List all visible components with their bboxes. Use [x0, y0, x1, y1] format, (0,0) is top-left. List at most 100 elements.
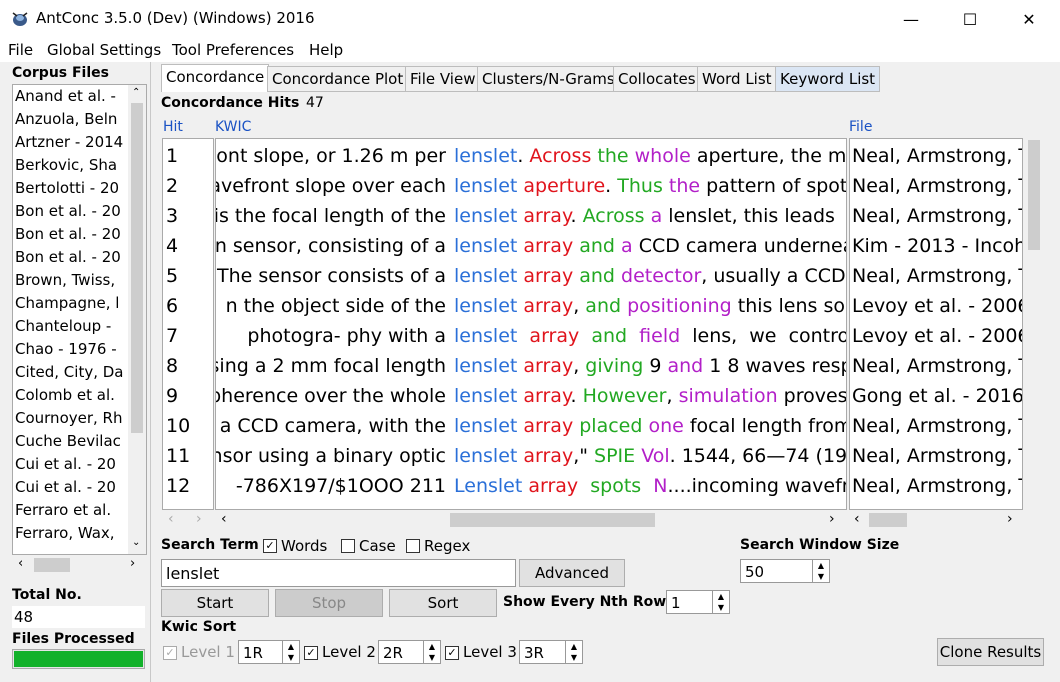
scroll-right-icon[interactable]: › [130, 556, 135, 571]
menu-file[interactable]: File [8, 41, 33, 59]
results-vscroll-thumb[interactable] [1028, 140, 1040, 250]
scroll-left-icon[interactable]: ‹ [221, 511, 227, 527]
kwic-keyword[interactable]: lenslet [454, 445, 517, 467]
advanced-button[interactable]: Advanced [519, 559, 625, 587]
corpus-file-item[interactable]: Bon et al. - 20 [15, 248, 121, 266]
file-column-header[interactable]: File [849, 119, 872, 135]
tab-file-view[interactable]: File View [405, 66, 481, 92]
level3-checkbox[interactable]: ✓ [445, 646, 459, 660]
clone-results-button[interactable]: Clone Results [937, 638, 1044, 666]
level1-spinner[interactable]: 1R ▲ ▼ [238, 640, 300, 664]
kwic-row[interactable]: lenslet array, and positioning this lens… [454, 291, 845, 321]
corpus-file-item[interactable]: Champagne, l [15, 294, 119, 312]
search-window-size-spinner[interactable]: 50 ▲ ▼ [740, 559, 830, 583]
file-name[interactable]: Neal, Armstrong, T [852, 351, 1022, 381]
file-name[interactable]: Gong et al. - 2016 [852, 381, 1022, 411]
menu-tool-preferences[interactable]: Tool Preferences [172, 41, 294, 59]
spinner-arrows-icon[interactable]: ▲ ▼ [282, 641, 299, 663]
spinner-arrows-icon[interactable]: ▲ ▼ [812, 560, 829, 582]
scroll-right-icon[interactable]: › [829, 511, 835, 527]
kwic-keyword[interactable]: lenslet [454, 235, 517, 257]
corpus-file-item[interactable]: Anzuola, Beln [15, 110, 117, 128]
hit-hscroll[interactable]: ‹ › [162, 511, 212, 529]
corpus-file-item[interactable]: Artzner - 2014 [15, 133, 123, 151]
case-checkbox[interactable] [341, 539, 355, 553]
file-list-hscroll-thumb[interactable] [34, 558, 70, 572]
kwic-keyword[interactable]: lenslet [454, 415, 517, 437]
nth-row-spinner[interactable]: 1 ▲ ▼ [666, 590, 730, 614]
kwic-row[interactable]: lenslet array and a CCD camera underneat [454, 231, 846, 261]
corpus-file-item[interactable]: Bon et al. - 20 [15, 202, 121, 220]
level3-spinner[interactable]: 3R ▲ ▼ [519, 640, 583, 664]
file-hscroll-thumb[interactable] [869, 513, 907, 527]
kwic-column-header[interactable]: KWIC [215, 119, 251, 135]
scroll-right-icon[interactable]: › [196, 511, 202, 527]
kwic-keyword[interactable]: lenslet [454, 175, 517, 197]
corpus-file-item[interactable]: Cui et al. - 20 [15, 455, 116, 473]
kwic-hscroll[interactable]: ‹ › [215, 511, 845, 529]
corpus-file-item[interactable]: Brown, Twiss, [15, 271, 115, 289]
file-name[interactable]: Levoy et al. - 2006 [852, 291, 1022, 321]
file-list-scroll-thumb[interactable] [131, 103, 143, 433]
tab-concordance[interactable]: Concordance [161, 64, 270, 92]
kwic-keyword[interactable]: lenslet [454, 265, 517, 287]
file-name[interactable]: Neal, Armstrong, T [852, 201, 1022, 231]
corpus-file-item[interactable]: Cui et al. - 20 [15, 478, 116, 496]
menu-help[interactable]: Help [309, 41, 343, 59]
scroll-left-icon[interactable]: ‹ [168, 511, 174, 527]
maximize-button[interactable]: ☐ [947, 0, 993, 38]
spinner-arrows-icon[interactable]: ▲ ▼ [712, 591, 729, 613]
scroll-up-icon[interactable]: ⌃ [132, 87, 140, 98]
kwic-keyword[interactable]: Lenslet [454, 475, 522, 497]
file-name-column[interactable]: Neal, Armstrong, T Neal, Armstrong, T Neal… [849, 138, 1023, 510]
file-name[interactable]: Kim - 2013 - Incoh [852, 231, 1022, 261]
corpus-file-item[interactable]: Colomb et al. [15, 386, 115, 404]
scroll-left-icon[interactable]: ‹ [18, 556, 23, 571]
kwic-row[interactable]: lenslet aperture. Thus the pattern of sp… [454, 171, 846, 201]
file-name[interactable]: Levoy et al. - 2006 [852, 321, 1022, 351]
kwic-row[interactable]: lenslet array. Across a lenslet, this le… [454, 201, 835, 231]
corpus-file-item[interactable]: Chao - 1976 - [15, 340, 117, 358]
kwic-row[interactable]: lenslet array and detector, usually a CC… [454, 261, 846, 291]
regex-checkbox[interactable] [406, 539, 420, 553]
kwic-keyword[interactable]: lenslet [454, 295, 517, 317]
tab-clusters-ngrams[interactable]: Clusters/N-Grams [477, 66, 620, 92]
tab-collocates[interactable]: Collocates [613, 66, 701, 92]
tab-concordance-plot[interactable]: Concordance Plot [267, 66, 409, 92]
kwic-row[interactable]: lenslet array. However, simulation prove… [454, 381, 846, 411]
corpus-file-item[interactable]: Cournoyer, Rh [15, 409, 122, 427]
close-button[interactable]: ✕ [1006, 0, 1052, 38]
kwic-keyword[interactable]: lenslet [454, 325, 517, 347]
start-button[interactable]: Start [161, 589, 269, 617]
level2-spinner[interactable]: 2R ▲ ▼ [378, 640, 441, 664]
kwic-keyword[interactable]: lenslet [454, 355, 517, 377]
file-list-hscroll[interactable]: ‹ › [12, 556, 145, 574]
corpus-file-item[interactable]: Cited, City, Da [15, 363, 124, 381]
hit-column-header[interactable]: Hit [163, 119, 183, 135]
kwic-keyword[interactable]: lenslet [454, 145, 517, 167]
kwic-hscroll-thumb[interactable] [450, 513, 655, 527]
words-checkbox[interactable]: ✓ [263, 539, 277, 553]
kwic-row[interactable]: lenslet. Across the whole aperture, the … [454, 141, 846, 171]
tab-keyword-list[interactable]: Keyword List [775, 66, 881, 92]
corpus-file-item[interactable]: Ferraro, Wax, [15, 524, 115, 542]
results-vscroll[interactable] [1025, 138, 1043, 508]
corpus-file-item[interactable]: Chanteloup - [15, 317, 111, 335]
file-hscroll[interactable]: ‹ › [849, 511, 1021, 529]
level2-checkbox[interactable]: ✓ [304, 646, 318, 660]
spinner-arrows-icon[interactable]: ▲ ▼ [423, 641, 440, 663]
kwic-row[interactable]: lenslet array placed one focal length fr… [454, 411, 846, 441]
spinner-arrows-icon[interactable]: ▲ ▼ [565, 641, 582, 663]
file-name[interactable]: Neal, Armstrong, T [852, 441, 1022, 471]
corpus-file-item[interactable]: Berkovic, Sha [15, 156, 117, 174]
file-name[interactable]: Neal, Armstrong, T [852, 171, 1022, 201]
hit-number-column[interactable]: 1 2 3 4 5 6 7 8 9 10 11 12 [162, 138, 214, 510]
corpus-file-item[interactable]: Ferraro et al. [15, 501, 111, 519]
kwic-results-pane[interactable]: ont slope, or 1.26 m per lenslet. Across … [215, 138, 847, 510]
corpus-file-item[interactable]: Anand et al. - [15, 87, 116, 105]
kwic-row[interactable]: lenslet array and field lens, we contro [454, 321, 846, 351]
menu-global-settings[interactable]: Global Settings [47, 41, 161, 59]
sort-button[interactable]: Sort [389, 589, 497, 617]
scroll-right-icon[interactable]: › [1007, 511, 1013, 527]
corpus-file-item[interactable]: Bertolotti - 20 [15, 179, 119, 197]
